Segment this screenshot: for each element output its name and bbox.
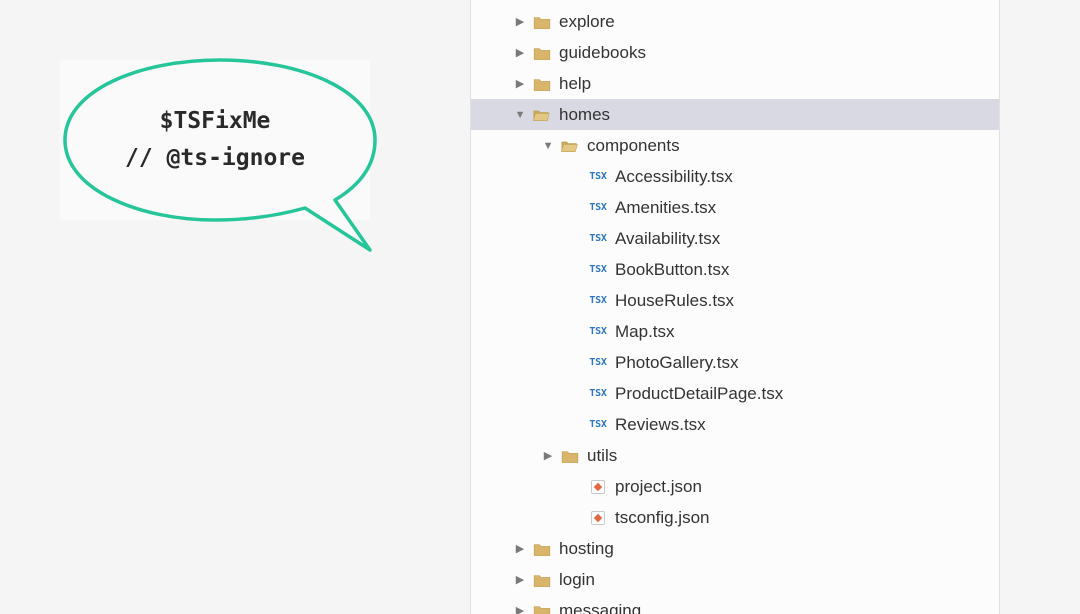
tsx-file-icon: TSX (587, 388, 609, 399)
tree-item-label: login (559, 570, 999, 590)
tree-item-label: explore (559, 12, 999, 32)
chevron-down-icon[interactable]: ▼ (515, 109, 525, 121)
tree-item-label: Amenities.tsx (615, 198, 999, 218)
tree-row[interactable]: ▶ login (471, 564, 999, 595)
chevron-right-icon[interactable]: ▶ (515, 573, 525, 586)
chevron-right-icon[interactable]: ▶ (515, 46, 525, 59)
tree-item-label: utils (587, 446, 999, 466)
tsx-file-icon: TSX (587, 233, 609, 244)
tree-row[interactable]: ▶ hosting (471, 533, 999, 564)
folder-open-icon (559, 139, 581, 153)
tree-item-label: messaging (559, 601, 999, 614)
tree-item-label: Reviews.tsx (615, 415, 999, 435)
tree-item-label: guidebooks (559, 43, 999, 63)
bubble-line-2: // @ts-ignore (125, 140, 305, 177)
tree-row[interactable]: TSX Availability.tsx (471, 223, 999, 254)
tree-row[interactable]: TSX PhotoGallery.tsx (471, 347, 999, 378)
tsx-file-icon: TSX (587, 295, 609, 306)
tsx-file-icon: TSX (587, 171, 609, 182)
tree-item-label: hosting (559, 539, 999, 559)
chevron-right-icon[interactable]: ▶ (515, 604, 525, 614)
json-file-icon (587, 511, 609, 525)
file-tree[interactable]: ▶ explore▶ guidebooks▶ help▼ homes▼ comp… (470, 0, 1000, 614)
tsx-file-icon: TSX (587, 419, 609, 430)
tree-item-label: HouseRules.tsx (615, 291, 999, 311)
folder-icon (531, 15, 553, 29)
tree-item-label: Map.tsx (615, 322, 999, 342)
folder-open-icon (531, 108, 553, 122)
folder-icon (531, 604, 553, 614)
chevron-right-icon[interactable]: ▶ (515, 77, 525, 90)
tree-row[interactable]: TSX Amenities.tsx (471, 192, 999, 223)
folder-icon (531, 542, 553, 556)
tree-row[interactable]: TSX HouseRules.tsx (471, 285, 999, 316)
tree-row[interactable]: TSX BookButton.tsx (471, 254, 999, 285)
tree-row[interactable]: TSX Accessibility.tsx (471, 161, 999, 192)
tree-row[interactable]: TSX Map.tsx (471, 316, 999, 347)
tree-row[interactable]: tsconfig.json (471, 502, 999, 533)
tree-row[interactable]: ▼ components (471, 130, 999, 161)
tree-row[interactable]: ▶ help (471, 68, 999, 99)
speech-bubble: $TSFixMe // @ts-ignore (60, 60, 370, 220)
folder-icon (559, 449, 581, 463)
chevron-right-icon[interactable]: ▶ (515, 15, 525, 28)
tree-item-label: BookButton.tsx (615, 260, 999, 280)
tree-item-label: help (559, 74, 999, 94)
folder-icon (531, 77, 553, 91)
tree-item-label: Accessibility.tsx (615, 167, 999, 187)
tree-row[interactable]: ▶ explore (471, 6, 999, 37)
tree-item-label: ProductDetailPage.tsx (615, 384, 999, 404)
folder-icon (531, 573, 553, 587)
tree-row[interactable]: project.json (471, 471, 999, 502)
tsx-file-icon: TSX (587, 264, 609, 275)
tree-row[interactable]: ▶ messaging (471, 595, 999, 614)
tree-item-label: tsconfig.json (615, 508, 999, 528)
tsx-file-icon: TSX (587, 357, 609, 368)
chevron-right-icon[interactable]: ▶ (543, 449, 553, 462)
tsx-file-icon: TSX (587, 202, 609, 213)
tree-item-label: components (587, 136, 999, 156)
tree-item-label: homes (559, 105, 999, 125)
json-file-icon (587, 480, 609, 494)
tree-item-label: Availability.tsx (615, 229, 999, 249)
tree-row[interactable]: ▼ homes (471, 99, 999, 130)
tsx-file-icon: TSX (587, 326, 609, 337)
tree-item-label: project.json (615, 477, 999, 497)
bubble-line-1: $TSFixMe (160, 103, 271, 140)
tree-row[interactable]: ▶ utils (471, 440, 999, 471)
chevron-down-icon[interactable]: ▼ (543, 140, 553, 152)
chevron-right-icon[interactable]: ▶ (515, 542, 525, 555)
tree-row[interactable]: TSX Reviews.tsx (471, 409, 999, 440)
folder-icon (531, 46, 553, 60)
tree-row[interactable]: TSX ProductDetailPage.tsx (471, 378, 999, 409)
tree-row[interactable]: ▶ guidebooks (471, 37, 999, 68)
tree-item-label: PhotoGallery.tsx (615, 353, 999, 373)
